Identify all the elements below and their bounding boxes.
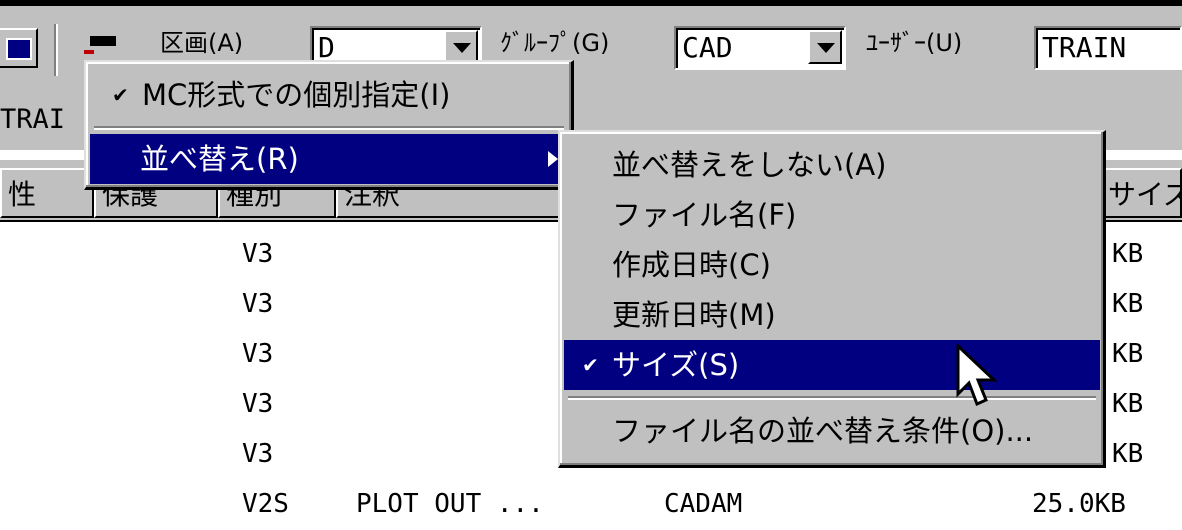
submenu-arrow-icon: [548, 151, 558, 167]
group-dropdown-icon[interactable]: [808, 30, 842, 64]
mouse-cursor-icon: [956, 344, 998, 407]
row-size: KB: [1112, 289, 1144, 319]
row-size: KB: [1112, 239, 1144, 269]
menu-item-label: 並べ替えをしない(A): [612, 148, 887, 182]
row-kind: CADAM: [664, 489, 743, 519]
row-size: KB: [1112, 439, 1144, 469]
toolbar-divider: [54, 24, 58, 76]
sort-none[interactable]: 並べ替えをしない(A): [564, 140, 1100, 190]
column-header-size[interactable]: サイズ: [1100, 168, 1182, 218]
row-size: KB: [1112, 389, 1144, 419]
sort-created[interactable]: 作成日時(C): [564, 240, 1100, 290]
view-toggle-icon[interactable]: [0, 28, 38, 68]
context-menu: ✔ MC形式での個別指定(I) 並べ替え(R): [84, 60, 574, 190]
row-type: V3: [242, 239, 274, 269]
row-type: V3: [242, 289, 274, 319]
row-size: 25.0KB: [1032, 489, 1126, 519]
menu-item-label: サイズ(S): [612, 348, 740, 382]
user-label: ﾕｰｻﾞｰ(U): [866, 29, 963, 57]
user-field[interactable]: TRAIN: [1034, 26, 1182, 70]
sort-size[interactable]: ✔ サイズ(S): [564, 340, 1100, 390]
sort-modified[interactable]: 更新日時(M): [564, 290, 1100, 340]
group-value: CAD: [682, 31, 733, 64]
menu-item-label: 並べ替え(R): [140, 142, 299, 176]
menu-item-label: 作成日時(C): [612, 248, 771, 282]
sort-submenu: 並べ替えをしない(A) ファイル名(F) 作成日時(C) 更新日時(M) ✔ サ…: [558, 130, 1106, 468]
row-type: V3: [242, 339, 274, 369]
path-text: TRAI: [0, 104, 66, 135]
row-type: V3: [242, 389, 274, 419]
sort-filename-options[interactable]: ファイル名の並べ替え条件(O)...: [564, 406, 1100, 456]
menu-item-label: ファイル名の並べ替え条件(O)...: [612, 414, 1034, 448]
row-type: V3: [242, 439, 274, 469]
menu-item-label: ファイル名(F): [612, 198, 797, 232]
row-size: KB: [1112, 339, 1144, 369]
menu-separator: [94, 126, 564, 130]
check-icon: ✔: [112, 83, 129, 107]
group-combo[interactable]: CAD: [674, 26, 846, 70]
row-type: V2S: [242, 489, 289, 519]
row-comment: PLOT OUT ...: [356, 489, 544, 519]
menu-item-mc-format[interactable]: ✔ MC形式での個別指定(I): [90, 70, 568, 120]
user-value: TRAIN: [1042, 31, 1127, 64]
column-header-attr[interactable]: 性: [0, 168, 94, 218]
sort-filename[interactable]: ファイル名(F): [564, 190, 1100, 240]
check-icon: ✔: [582, 353, 599, 377]
menu-item-label: MC形式での個別指定(I): [142, 78, 451, 112]
menu-item-sort[interactable]: 並べ替え(R): [90, 134, 568, 184]
drawing-dropdown-icon[interactable]: [444, 30, 478, 64]
menu-item-label: 更新日時(M): [612, 298, 776, 332]
menu-separator: [568, 396, 1096, 400]
